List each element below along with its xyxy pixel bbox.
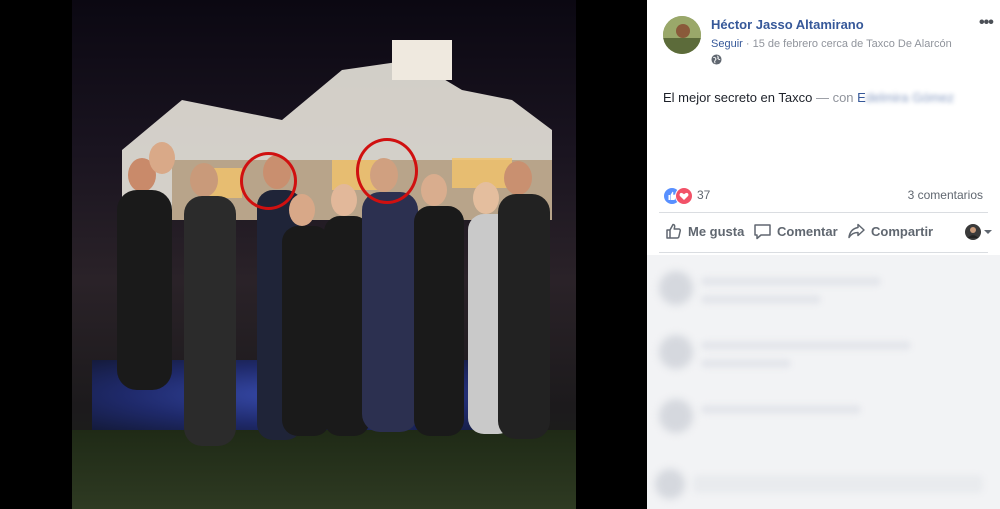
post-message: El mejor secreto en Taxco — con Edelmira… [663, 90, 954, 105]
share-button[interactable]: Compartir [847, 222, 933, 240]
with-label: — con [815, 90, 854, 105]
comment-icon [754, 224, 771, 240]
blurred-commenter-avatar [659, 399, 693, 433]
author-name-link[interactable]: Héctor Jasso Altamirano [711, 17, 864, 32]
comment-label: Comentar [777, 223, 838, 239]
blurred-commenter-avatar [659, 271, 693, 305]
meta-separator: · [745, 38, 753, 50]
highlight-circle-1 [240, 152, 297, 210]
blurred-write-comment-input[interactable] [693, 475, 983, 493]
photo-viewer [0, 0, 647, 509]
post-sidebar: Héctor Jasso Altamirano Seguir · 15 de f… [647, 0, 1000, 509]
author-avatar[interactable] [663, 16, 701, 54]
comment-button[interactable]: Comentar [753, 222, 838, 240]
like-label: Me gusta [688, 223, 745, 239]
post-date-location[interactable]: 15 de febrero cerca de Taxco De Alarcón [753, 38, 952, 50]
comments-count-link[interactable]: 3 comentarios [908, 188, 983, 202]
tagged-person-blurred[interactable]: delmira Gómez [866, 90, 954, 105]
post-header: Héctor Jasso Altamirano Seguir · 15 de f… [663, 14, 994, 70]
blurred-comment-line [701, 405, 861, 414]
post-as-selector[interactable] [965, 224, 993, 240]
share-label: Compartir [871, 223, 934, 239]
follow-link[interactable]: Seguir [711, 38, 743, 50]
comments-section-blurred [647, 255, 1000, 509]
avatar-image-icon [663, 16, 701, 54]
thumbs-up-icon [666, 223, 682, 239]
divider-bottom [659, 252, 988, 253]
post-photo[interactable] [72, 0, 576, 509]
share-arrow-icon [848, 223, 865, 239]
profile-mini-avatar-icon [965, 224, 981, 240]
post-meta: Seguir · 15 de febrero cerca de Taxco De… [711, 38, 952, 50]
divider-top [659, 212, 988, 213]
blurred-write-comment-avatar [655, 469, 685, 499]
blurred-comment-line [701, 341, 911, 350]
love-reaction-icon [675, 187, 693, 205]
blurred-comment-line [701, 277, 881, 286]
chevron-down-icon [984, 230, 992, 234]
blurred-comment-line [701, 295, 821, 304]
highlight-circle-2 [356, 138, 418, 204]
blurred-commenter-avatar [659, 335, 693, 369]
like-button[interactable]: Me gusta [665, 222, 744, 240]
tagged-person-link[interactable]: E [857, 90, 866, 105]
blurred-comment-line [701, 359, 791, 368]
reaction-count: 37 [697, 188, 711, 202]
post-actions: Me gusta Comentar Compartir [663, 222, 993, 244]
globe-icon[interactable] [711, 54, 722, 65]
more-options-icon[interactable]: ••• [979, 14, 994, 32]
post-text-body: El mejor secreto en Taxco [663, 90, 813, 105]
group-of-people [117, 142, 550, 446]
